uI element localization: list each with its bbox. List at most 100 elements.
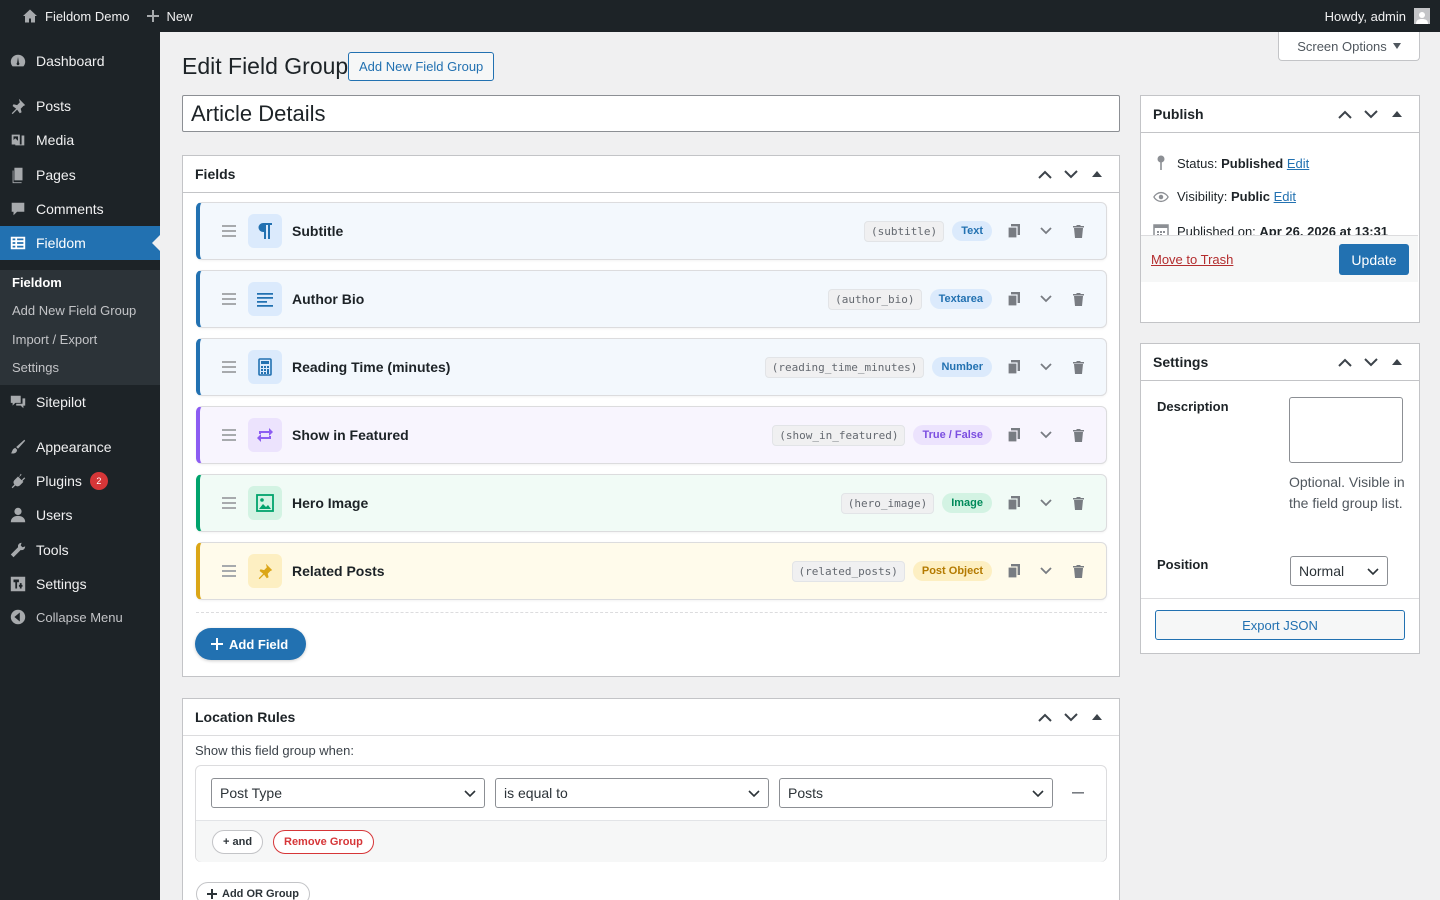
- move-up-icon[interactable]: [1335, 352, 1355, 372]
- submenu-fieldom[interactable]: Fieldom: [12, 275, 62, 290]
- screen-options-toggle[interactable]: Screen Options: [1278, 32, 1420, 61]
- toggle-panel-icon[interactable]: [1387, 352, 1407, 372]
- chevron-down-icon[interactable]: [1036, 221, 1056, 241]
- sidebar-item-pages[interactable]: Pages: [0, 158, 160, 192]
- settings-postbox: Settings Description Optional. Visible i…: [1140, 343, 1420, 654]
- rule-value-select[interactable]: Posts: [779, 778, 1053, 808]
- chevron-down-icon[interactable]: [1036, 289, 1056, 309]
- move-down-icon[interactable]: [1061, 707, 1081, 727]
- rule-param-select[interactable]: Post Type: [211, 778, 485, 808]
- field-label[interactable]: Related Posts: [292, 563, 792, 579]
- duplicate-icon[interactable]: [1004, 357, 1024, 377]
- toggle-panel-icon[interactable]: [1387, 104, 1407, 124]
- brush-icon: [0, 438, 36, 456]
- trash-icon[interactable]: [1068, 425, 1088, 445]
- sidebar-item-fieldom[interactable]: Fieldom: [0, 226, 160, 260]
- field-label[interactable]: Show in Featured: [292, 427, 772, 443]
- drag-handle-icon[interactable]: [222, 497, 240, 509]
- publish-actions: Move to Trash Update: [1141, 235, 1418, 282]
- field-label[interactable]: Reading Time (minutes): [292, 359, 765, 375]
- trash-icon[interactable]: [1068, 493, 1088, 513]
- move-down-icon[interactable]: [1361, 104, 1381, 124]
- chevron-down-icon: [748, 787, 760, 799]
- drag-handle-icon[interactable]: [222, 293, 240, 305]
- sidebar-item-comments[interactable]: Comments: [0, 192, 160, 226]
- sidebar-item-sitepilot[interactable]: Sitepilot: [0, 385, 160, 419]
- move-up-icon[interactable]: [1335, 104, 1355, 124]
- add-or-group-button[interactable]: Add OR Group: [196, 882, 310, 900]
- field-row[interactable]: Hero Image (hero_image) Image: [196, 474, 1107, 532]
- status-value: Published: [1221, 155, 1284, 171]
- move-up-icon[interactable]: [1035, 707, 1055, 727]
- field-label[interactable]: Subtitle: [292, 223, 864, 239]
- add-new-field-group-button[interactable]: Add New Field Group: [348, 52, 495, 81]
- duplicate-icon[interactable]: [1004, 425, 1024, 445]
- postbox-title: Publish: [1153, 106, 1204, 122]
- site-name-link[interactable]: Fieldom Demo: [0, 0, 138, 32]
- trash-icon[interactable]: [1068, 289, 1088, 309]
- edit-status-link[interactable]: Edit: [1287, 156, 1309, 171]
- toggle-panel-icon[interactable]: [1087, 707, 1107, 727]
- duplicate-icon[interactable]: [1004, 561, 1024, 581]
- move-up-icon[interactable]: [1035, 164, 1055, 184]
- drag-handle-icon[interactable]: [222, 225, 240, 237]
- comment-icon: [0, 200, 36, 218]
- sidebar-item-posts[interactable]: Posts: [0, 89, 160, 123]
- submenu-settings[interactable]: Settings: [12, 360, 59, 375]
- sidebar-item-tools[interactable]: Tools: [0, 533, 160, 567]
- field-row[interactable]: Related Posts (related_posts) Post Object: [196, 542, 1107, 600]
- submenu-add-new-field-group[interactable]: Add New Field Group: [12, 303, 136, 318]
- description-textarea[interactable]: [1289, 397, 1403, 463]
- chevron-down-icon[interactable]: [1036, 561, 1056, 581]
- trash-icon[interactable]: [1068, 561, 1088, 581]
- field-type-badge: True / False: [913, 425, 992, 445]
- update-button[interactable]: Update: [1339, 244, 1409, 275]
- field-label[interactable]: Hero Image: [292, 495, 841, 511]
- screen-options-label: Screen Options: [1297, 38, 1387, 54]
- position-select[interactable]: Normal: [1290, 556, 1388, 586]
- chevron-down-icon[interactable]: [1036, 425, 1056, 445]
- field-row[interactable]: Subtitle (subtitle) Text: [196, 202, 1107, 260]
- account-menu[interactable]: Howdy, admin: [1325, 8, 1440, 24]
- calculator-icon: [248, 350, 282, 384]
- field-label[interactable]: Author Bio: [292, 291, 828, 307]
- collapse-menu-button[interactable]: Collapse Menu: [0, 600, 160, 634]
- move-to-trash-link[interactable]: Move to Trash: [1151, 252, 1233, 267]
- remove-group-button[interactable]: Remove Group: [273, 830, 374, 854]
- home-icon: [22, 8, 38, 24]
- field-row[interactable]: Show in Featured (show_in_featured) True /…: [196, 406, 1107, 464]
- drag-handle-icon[interactable]: [222, 565, 240, 577]
- add-field-button[interactable]: Add Field: [195, 628, 307, 660]
- field-row[interactable]: Author Bio (author_bio) Textarea: [196, 270, 1107, 328]
- edit-visibility-link[interactable]: Edit: [1274, 189, 1296, 204]
- duplicate-icon[interactable]: [1004, 221, 1024, 241]
- sidebar-item-settings[interactable]: Settings: [0, 567, 160, 601]
- export-json-button[interactable]: Export JSON: [1155, 610, 1405, 640]
- move-down-icon[interactable]: [1061, 164, 1081, 184]
- rule-operator-select[interactable]: is equal to: [495, 778, 769, 808]
- move-down-icon[interactable]: [1361, 352, 1381, 372]
- chevron-down-icon[interactable]: [1036, 493, 1056, 513]
- description-label: Description: [1157, 399, 1229, 414]
- duplicate-icon[interactable]: [1004, 493, 1024, 513]
- sidebar-item-label: Media: [36, 132, 75, 148]
- toggle-panel-icon[interactable]: [1087, 164, 1107, 184]
- drag-handle-icon[interactable]: [222, 361, 240, 373]
- trash-icon[interactable]: [1068, 221, 1088, 241]
- sidebar-item-users[interactable]: Users: [0, 498, 160, 532]
- submenu-import-export[interactable]: Import / Export: [12, 332, 97, 347]
- trash-icon[interactable]: [1068, 357, 1088, 377]
- add-and-rule-button[interactable]: + and: [212, 830, 264, 854]
- chevron-down-icon: [464, 787, 476, 799]
- sidebar-item-media[interactable]: Media: [0, 123, 160, 157]
- drag-handle-icon[interactable]: [222, 429, 240, 441]
- field-row[interactable]: Reading Time (minutes) (reading_time_minu…: [196, 338, 1107, 396]
- new-content-link[interactable]: New: [138, 0, 201, 32]
- sidebar-item-appearance[interactable]: Appearance: [0, 430, 160, 464]
- chevron-down-icon[interactable]: [1036, 357, 1056, 377]
- field-group-title-input[interactable]: Article Details: [182, 95, 1120, 132]
- sidebar-item-plugins[interactable]: Plugins 2: [0, 464, 160, 498]
- remove-rule-icon[interactable]: [1072, 792, 1084, 794]
- sidebar-item-dashboard[interactable]: Dashboard: [0, 44, 160, 78]
- duplicate-icon[interactable]: [1004, 289, 1024, 309]
